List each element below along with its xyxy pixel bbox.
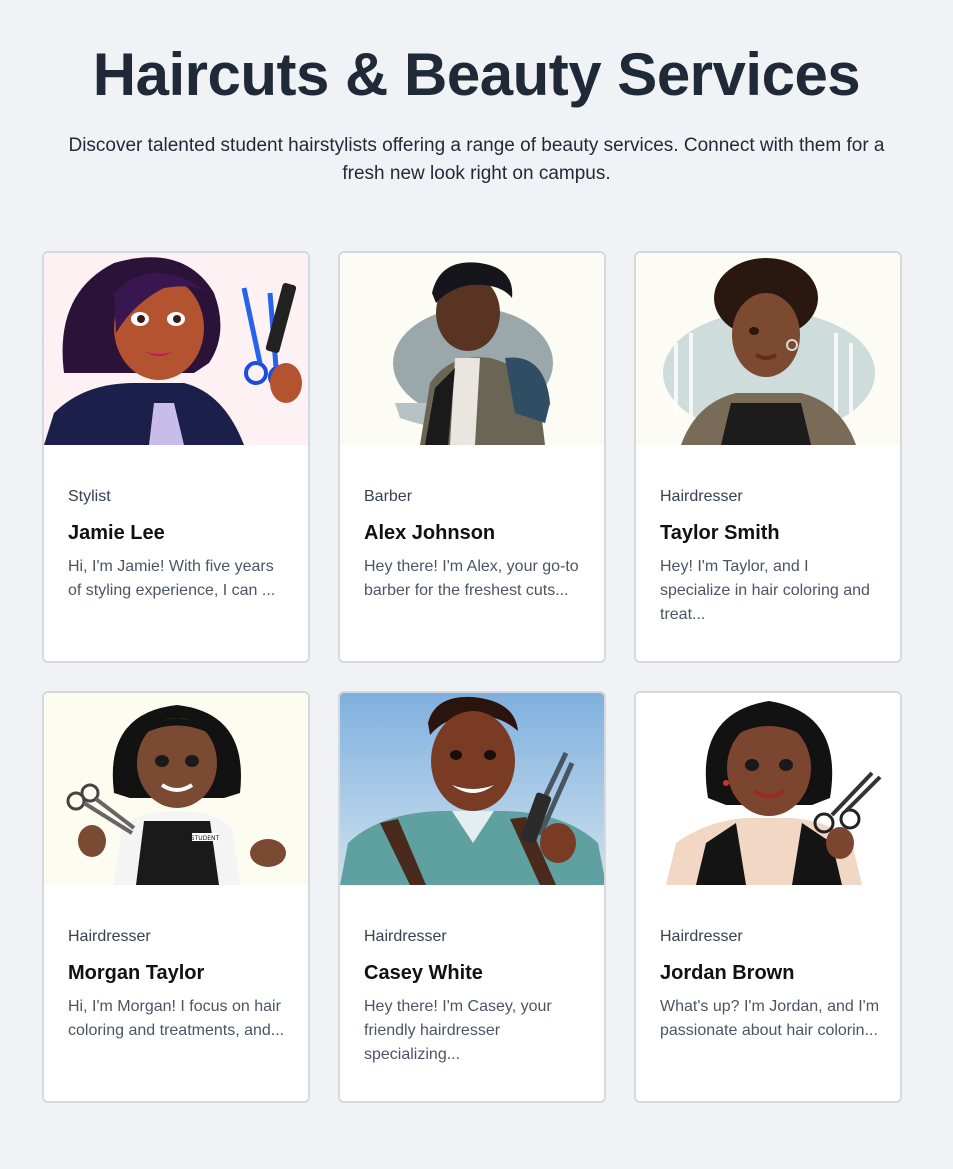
stylist-card-morgan-taylor[interactable]: STUDENT Hairdresser Morgan Taylor Hi, I'… — [42, 691, 310, 1103]
stylist-photo — [340, 693, 604, 885]
stylist-bio: Hi, I'm Jamie! With five years of stylin… — [68, 558, 276, 599]
hairdresser-portrait-icon: STUDENT — [44, 693, 308, 885]
stylist-bio: Hey! I'm Taylor, and I specialize in hai… — [660, 558, 870, 623]
barber-portrait-icon — [340, 253, 604, 445]
stylist-bio: What's up? I'm Jordan, and I'm passionat… — [660, 998, 880, 1039]
stylist-card-jamie-lee[interactable]: Stylist Jamie Lee Hi, I'm Jamie! With fi… — [42, 251, 310, 663]
stylist-role: Barber — [364, 488, 413, 505]
stylist-card-alex-johnson[interactable]: Barber Alex Johnson Hey there! I'm Alex,… — [338, 251, 606, 663]
hairdresser-portrait-icon — [636, 253, 900, 445]
stylist-card-jordan-brown[interactable]: Hairdresser Jordan Brown What's up? I'm … — [634, 691, 902, 1103]
stylist-portrait-icon — [44, 253, 308, 445]
stylist-name[interactable]: Casey White — [364, 961, 584, 985]
stylist-name[interactable]: Alex Johnson — [364, 521, 584, 545]
hairdresser-portrait-icon — [340, 693, 604, 885]
page-title: Haircuts & Beauty Services — [92, 41, 861, 108]
stylist-photo: STUDENT — [44, 693, 308, 885]
stylist-role: Hairdresser — [68, 928, 151, 945]
stylist-name[interactable]: Jordan Brown — [660, 961, 880, 985]
page-subtitle: Discover talented student hairstylists o… — [68, 135, 885, 184]
stylist-card-taylor-smith[interactable]: Hairdresser Taylor Smith Hey! I'm Taylor… — [634, 251, 902, 663]
stylist-name[interactable]: Jamie Lee — [68, 521, 288, 545]
stylist-card-casey-white[interactable]: Hairdresser Casey White Hey there! I'm C… — [338, 691, 606, 1103]
stylist-role: Hairdresser — [660, 928, 743, 945]
stylist-role: Stylist — [68, 488, 111, 505]
hairdresser-portrait-icon — [636, 693, 900, 885]
stylist-photo — [636, 693, 900, 885]
stylist-photo — [636, 253, 900, 445]
stylist-photo — [340, 253, 604, 445]
stylist-bio: Hey there! I'm Alex, your go-to barber f… — [364, 558, 579, 599]
stylist-bio: Hey there! I'm Casey, your friendly hair… — [364, 998, 552, 1063]
stylist-name[interactable]: Taylor Smith — [660, 521, 880, 545]
stylist-role: Hairdresser — [364, 928, 447, 945]
stylist-name[interactable]: Morgan Taylor — [68, 961, 288, 985]
stylist-photo — [44, 253, 308, 445]
apron-badge: STUDENT — [191, 835, 220, 842]
stylist-role: Hairdresser — [660, 488, 743, 505]
stylist-bio: Hi, I'm Morgan! I focus on hair coloring… — [68, 998, 285, 1039]
